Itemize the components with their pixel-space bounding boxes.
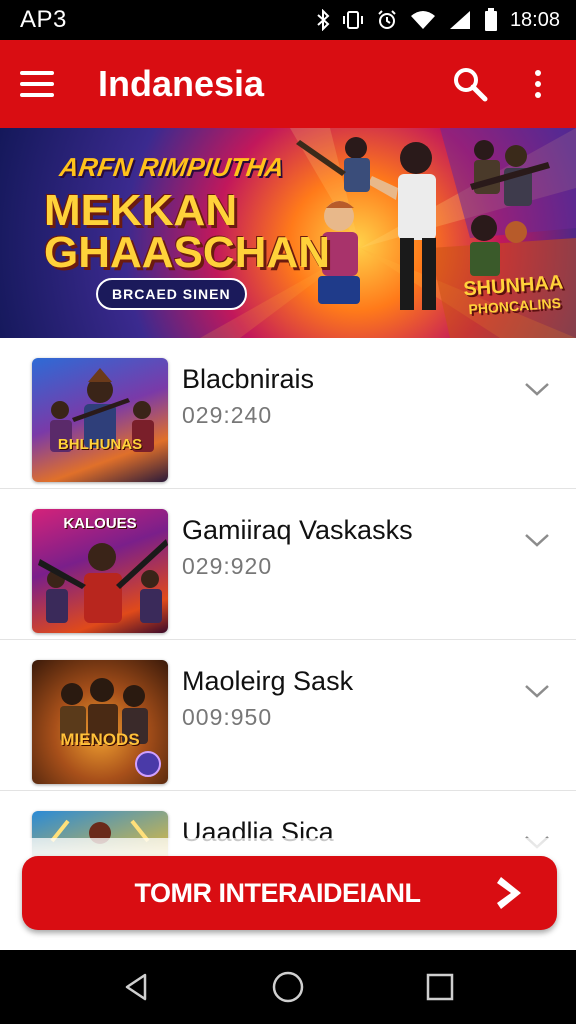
- chevron-down-icon[interactable]: [520, 372, 554, 406]
- system-nav-bar: [0, 950, 576, 1024]
- status-icons: 18:08: [316, 8, 560, 32]
- vibrate-icon: [342, 11, 363, 29]
- banner-side-logo: SHUNHAA PHONCALINS: [453, 272, 575, 320]
- carrier-label: AP3: [20, 6, 67, 33]
- clock: 18:08: [509, 8, 560, 31]
- game-thumbnail: KALOUES: [32, 509, 168, 633]
- item-meta: 029:920: [182, 553, 273, 579]
- banner-tagline: ARFN RIMPIUTHA: [57, 152, 287, 182]
- alarm-icon: [378, 10, 396, 29]
- cta-button[interactable]: TOMR INTERAIDEIANL: [22, 856, 557, 930]
- thumbnail-label: KALOUES: [63, 515, 137, 532]
- search-icon[interactable]: [442, 56, 498, 112]
- banner-title: MEKKAN GHAASCHAN: [44, 186, 330, 277]
- thumbnail-label: MIENODS: [60, 730, 140, 749]
- banner-title-line1: MEKKAN: [44, 186, 238, 235]
- list-item[interactable]: MIENODS Maoleirg Sask 009:950: [0, 640, 576, 791]
- item-title: Gamiiraq Vaskasks: [182, 515, 413, 545]
- chevron-right-icon: [497, 877, 521, 909]
- battery-icon: [484, 8, 497, 31]
- game-thumbnail: MIENODS: [32, 660, 168, 784]
- chevron-down-icon[interactable]: [520, 674, 554, 708]
- cta-label: TOMR INTERAIDEIANL: [134, 877, 422, 908]
- banner-pill: BRCAED SINEN: [96, 278, 247, 310]
- bluetooth-icon: [317, 9, 330, 31]
- app-title: Indanesia: [98, 63, 265, 104]
- item-meta: 009:950: [182, 704, 273, 730]
- chevron-down-icon[interactable]: [520, 523, 554, 557]
- item-title: Maoleirg Sask: [182, 666, 354, 696]
- hero-banner[interactable]: ARFN RIMPIUTHA MEKKAN GHAASCHAN BRCAED S…: [0, 128, 576, 338]
- list-item[interactable]: BHLHUNAS Blacbnirais 029:240: [0, 338, 576, 489]
- status-bar: AP3 18:08: [0, 0, 576, 40]
- banner-title-line2: GHAASCHAN: [44, 228, 330, 277]
- item-meta: 029:240: [182, 402, 273, 428]
- list-item[interactable]: KALOUES Gamiiraq Vaskasks 029:920: [0, 489, 576, 640]
- item-title: Blacbnirais: [182, 364, 315, 394]
- thumbnail-label: BHLHUNAS: [57, 436, 143, 453]
- wifi-icon: [410, 11, 435, 29]
- more-vertical-icon[interactable]: [510, 56, 566, 112]
- hamburger-menu-icon[interactable]: [20, 52, 84, 116]
- back-icon[interactable]: [106, 957, 166, 1017]
- game-thumbnail: BHLHUNAS: [32, 358, 168, 482]
- signal-icon: [449, 11, 470, 29]
- recents-icon[interactable]: [410, 957, 470, 1017]
- app-bar: Indanesia: [0, 40, 576, 128]
- home-icon[interactable]: [258, 957, 318, 1017]
